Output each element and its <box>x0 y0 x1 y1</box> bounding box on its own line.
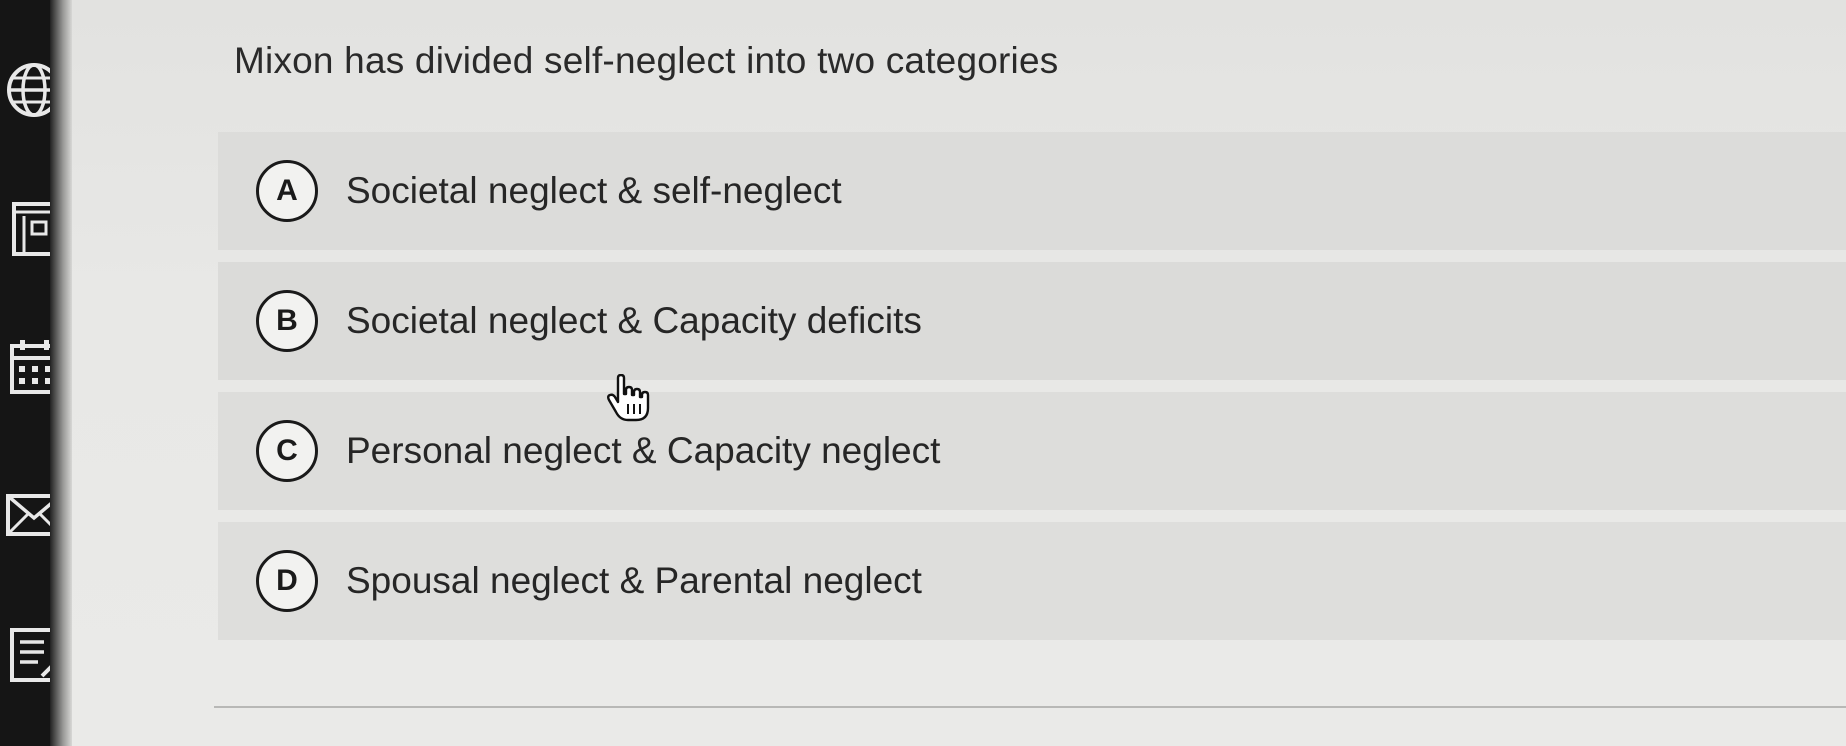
option-b[interactable]: B Societal neglect & Capacity deficits <box>218 262 1846 380</box>
option-a[interactable]: A Societal neglect & self-neglect <box>218 132 1846 250</box>
option-letter: B <box>256 290 318 352</box>
screen: Mixon has divided self-neglect into two … <box>0 0 1846 746</box>
hand-cursor-icon <box>606 373 652 424</box>
option-c[interactable]: C Personal neglect & Capacity neglect <box>218 392 1846 510</box>
option-text: Spousal neglect & Parental neglect <box>346 560 922 601</box>
divider <box>214 706 1846 708</box>
option-text: Societal neglect & Capacity deficits <box>346 300 922 341</box>
option-d[interactable]: D Spousal neglect & Parental neglect <box>218 522 1846 640</box>
option-text: Personal neglect & Capacity neglect <box>346 430 941 471</box>
answer-options: A Societal neglect & self-neglect B Soci… <box>218 132 1846 652</box>
option-text: Societal neglect & self-neglect <box>346 170 842 211</box>
option-letter: A <box>256 160 318 222</box>
question-text: Mixon has divided self-neglect into two … <box>234 40 1059 81</box>
option-letter: C <box>256 420 318 482</box>
sidebar-edge <box>50 0 72 746</box>
option-letter: D <box>256 550 318 612</box>
